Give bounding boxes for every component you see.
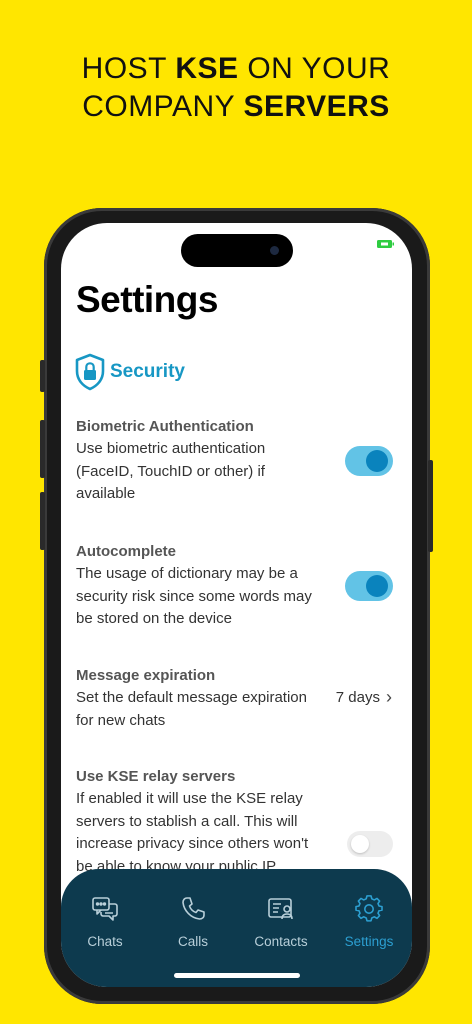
toggle-knob xyxy=(351,835,369,853)
promo-headline: HOST KSE ON YOUR COMPANY SERVERS xyxy=(0,50,472,126)
setting-description: If enabled it will use the KSE relay ser… xyxy=(76,790,309,875)
message-expiration-value[interactable]: 7 days › xyxy=(336,687,392,708)
setting-title: Autocomplete xyxy=(76,543,177,560)
phone-volume-down-button xyxy=(40,492,45,550)
phone-power-button xyxy=(428,460,433,552)
setting-description: Set the default message expiration for n… xyxy=(76,689,307,729)
headline-line-1: HOST KSE ON YOUR xyxy=(0,50,472,88)
chat-bubbles-icon xyxy=(92,897,118,921)
tab-calls[interactable]: Calls xyxy=(149,895,237,949)
camera-icon xyxy=(270,246,279,255)
page-title: Settings xyxy=(76,279,218,320)
phone-side-button xyxy=(40,360,45,392)
headline-line-2: COMPANY SERVERS xyxy=(0,88,472,126)
headline-bold-text: KSE xyxy=(175,52,239,85)
tab-label: Contacts xyxy=(254,934,308,949)
home-indicator[interactable] xyxy=(174,973,300,978)
app-screen: Settings Security Biometric Authenticati… xyxy=(61,223,412,987)
biometric-toggle[interactable] xyxy=(345,446,393,476)
setting-description: The usage of dictionary may be a securit… xyxy=(76,565,312,627)
phone-icon xyxy=(182,897,205,920)
toggle-knob xyxy=(366,575,388,597)
tab-label: Settings xyxy=(344,934,394,949)
chevron-right-icon: › xyxy=(386,687,392,707)
setting-title: Use KSE relay servers xyxy=(76,768,236,785)
tab-label: Calls xyxy=(177,934,208,949)
autocomplete-toggle[interactable] xyxy=(345,571,393,601)
tab-bar: Chats Calls Contacts Settings xyxy=(61,869,412,987)
toggle-knob xyxy=(366,450,388,472)
headline-bold-text: SERVERS xyxy=(243,90,390,123)
dynamic-island xyxy=(181,234,293,267)
tab-chats[interactable]: Chats xyxy=(61,895,149,949)
security-section-header: Security xyxy=(74,353,185,391)
setting-title: Biometric Authentication xyxy=(76,418,254,435)
expiration-value-text: 7 days xyxy=(335,689,380,706)
phone-volume-up-button xyxy=(40,420,45,478)
headline-text: HOST xyxy=(81,52,176,85)
headline-text: ON YOUR xyxy=(238,52,391,85)
battery-icon xyxy=(377,240,394,248)
tab-label: Chats xyxy=(87,934,123,949)
relay-servers-toggle[interactable] xyxy=(347,831,393,857)
gear-icon xyxy=(355,895,383,922)
setting-kse-relay-servers: Use KSE relay servers If enabled it will… xyxy=(76,766,396,878)
setting-description: Use biometric authentication (FaceID, To… xyxy=(76,440,266,502)
setting-title: Message expiration xyxy=(76,667,216,684)
tab-settings[interactable]: Settings xyxy=(325,895,412,949)
contact-card-icon xyxy=(268,898,293,920)
shield-lock-icon xyxy=(75,353,105,391)
headline-text: COMPANY xyxy=(82,90,244,123)
tab-contacts[interactable]: Contacts xyxy=(237,895,325,949)
section-label: Security xyxy=(110,361,185,382)
